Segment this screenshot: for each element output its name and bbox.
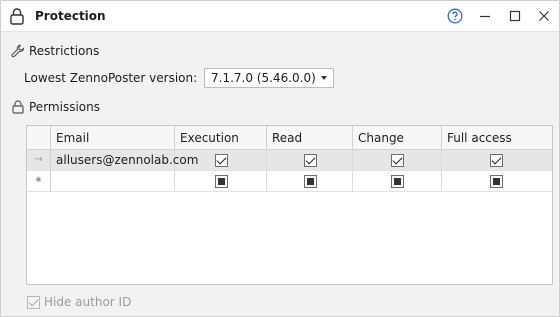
read-checkbox-new[interactable] [304, 175, 317, 188]
full-access-cell [442, 150, 552, 171]
column-header-execution[interactable]: Execution [175, 126, 267, 150]
column-header-full-access[interactable]: Full access [442, 126, 552, 150]
protection-window: Protection Restrictions Lowest ZennoPost… [0, 0, 560, 317]
version-label: Lowest ZennoPoster version: [24, 71, 198, 85]
read-cell-new [267, 171, 353, 192]
maximize-button[interactable] [506, 7, 524, 25]
email-cell-new[interactable] [51, 171, 175, 192]
maximize-icon [509, 10, 521, 22]
permissions-grid: Email Execution Read Change Full access … [26, 125, 553, 285]
permissions-section-title: Permissions [11, 100, 100, 114]
grid-header: Email Execution Read Change Full access [27, 126, 552, 150]
email-cell[interactable]: allusers@zennolab.com [51, 150, 198, 171]
restrictions-section-title: Restrictions [11, 44, 99, 58]
execution-checkbox-new[interactable] [215, 175, 228, 188]
help-button[interactable] [446, 7, 464, 25]
change-checkbox[interactable] [391, 154, 404, 167]
header-indicator [27, 126, 51, 150]
change-cell [353, 150, 442, 171]
permissions-title: Permissions [29, 100, 100, 114]
read-cell [267, 150, 353, 171]
execution-cell [175, 150, 267, 171]
close-icon [539, 11, 549, 21]
version-value: 7.1.7.0 (5.46.0.0) [211, 71, 316, 85]
minimize-button[interactable] [476, 7, 494, 25]
hide-author-checkbox-row[interactable]: Hide author ID [27, 295, 131, 309]
lock-icon [12, 100, 24, 114]
column-header-change[interactable]: Change [353, 126, 442, 150]
lock-icon [10, 8, 24, 25]
row-current-indicator: → [27, 150, 51, 171]
hide-author-checkbox[interactable] [27, 295, 40, 309]
full-access-checkbox-new[interactable] [490, 175, 503, 188]
minimize-icon [480, 15, 490, 18]
window-title: Protection [35, 9, 106, 23]
wrench-icon [11, 44, 25, 58]
new-row-indicator: ✷ [27, 171, 51, 192]
new-row[interactable]: ✷ [27, 171, 552, 192]
hide-author-label: Hide author ID [44, 295, 132, 309]
help-circle-icon [447, 8, 463, 24]
execution-cell-new [175, 171, 267, 192]
change-cell-new [353, 171, 442, 192]
column-header-read[interactable]: Read [267, 126, 353, 150]
column-header-email[interactable]: Email [51, 126, 175, 150]
full-access-cell-new [442, 171, 552, 192]
read-checkbox[interactable] [304, 154, 317, 167]
version-dropdown[interactable]: 7.1.7.0 (5.46.0.0) [204, 68, 334, 88]
table-row[interactable]: → allusers@zennolab.com [27, 150, 552, 171]
chevron-down-icon [321, 76, 327, 80]
execution-checkbox[interactable] [215, 154, 228, 167]
close-button[interactable] [535, 7, 553, 25]
restrictions-title: Restrictions [29, 44, 100, 58]
title-bar: Protection [1, 1, 559, 32]
full-access-checkbox[interactable] [490, 154, 503, 167]
change-checkbox-new[interactable] [391, 175, 404, 188]
